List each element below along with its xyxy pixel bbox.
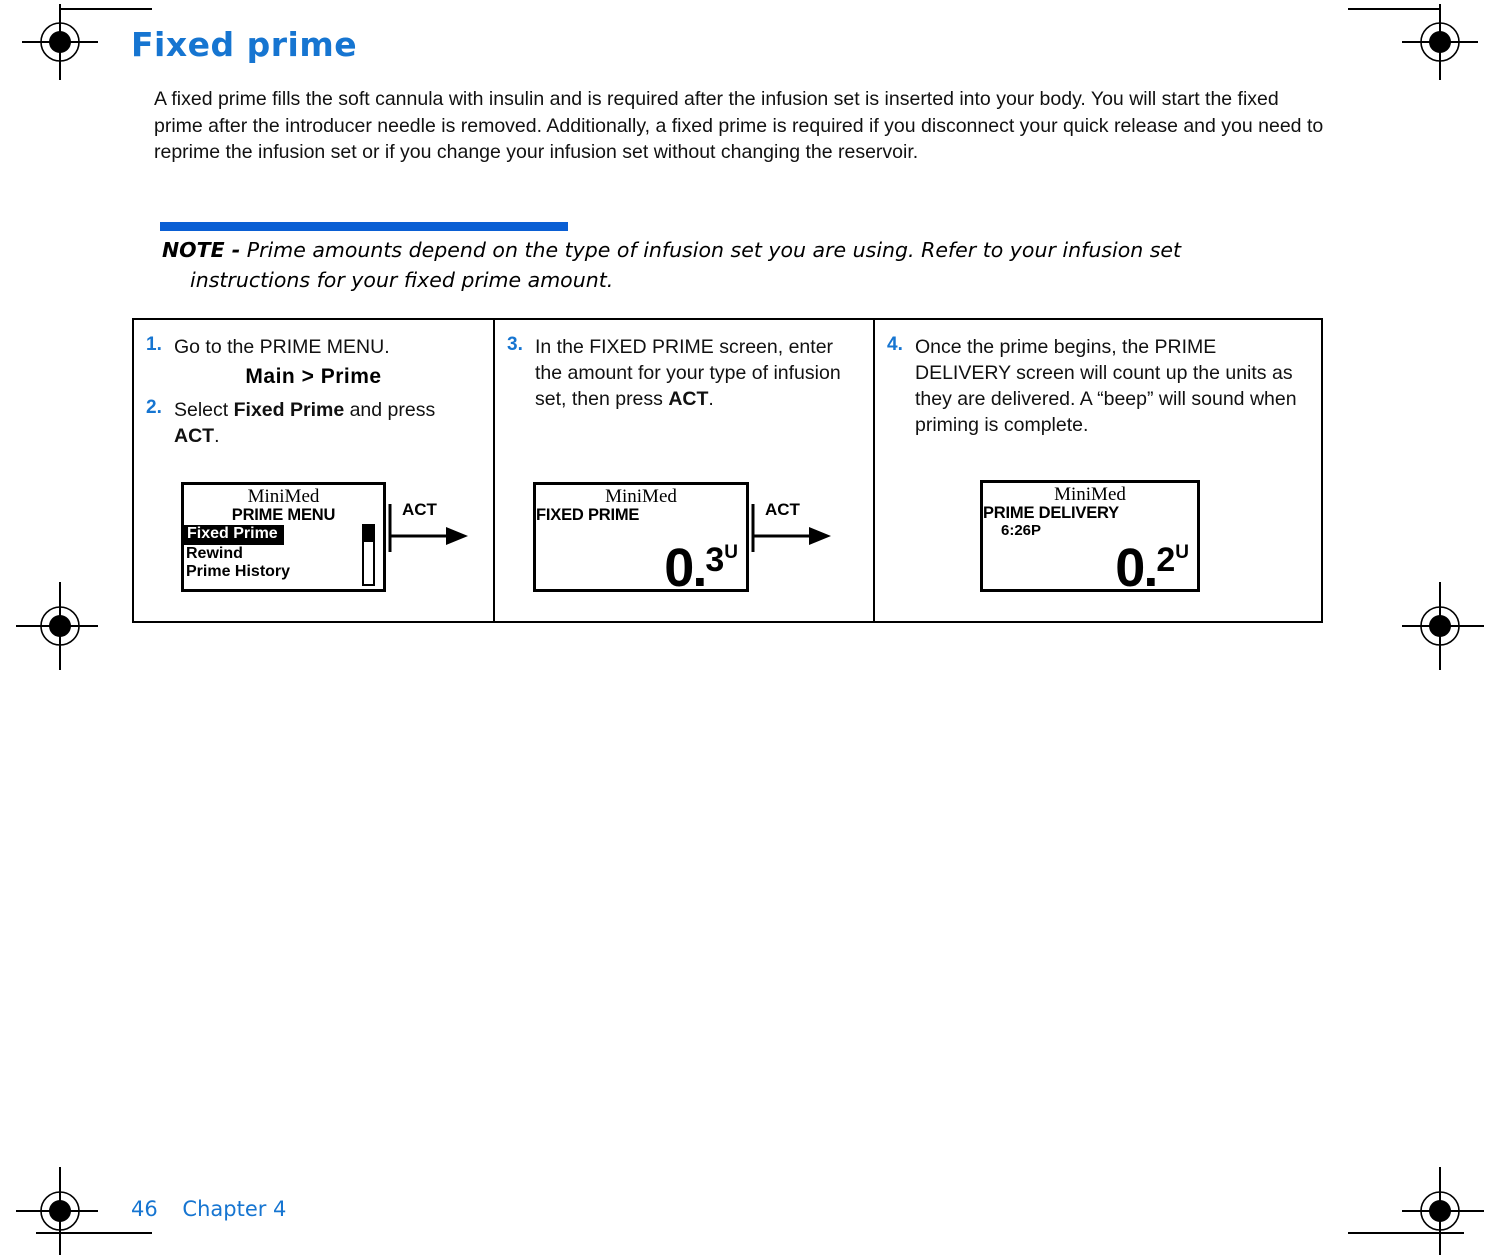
prime-delivery-unit: U xyxy=(1175,542,1189,563)
act-arrow-2: ACT xyxy=(751,500,837,554)
step-4-number: 4. xyxy=(887,334,903,355)
steps-table: 1. Go to the PRIME MENU. Main > Prime 2.… xyxy=(132,318,1323,623)
pump-screen-prime-menu: MiniMed PRIME MENU Fixed Prime Rewind Pr… xyxy=(181,482,386,592)
act-label-2: ACT xyxy=(765,500,800,519)
step-3-text-b: . xyxy=(708,388,714,410)
trim-line-top-left xyxy=(60,8,152,10)
registration-mark-top-left xyxy=(12,0,108,90)
menu-item-fixed-prime[interactable]: Fixed Prime xyxy=(184,525,284,545)
registration-mark-bottom-left xyxy=(12,1163,108,1259)
note-accent-bar xyxy=(160,222,568,231)
step-2: 2. Select Fixed Prime and press ACT. xyxy=(146,397,481,449)
step-2-bold-act: ACT xyxy=(174,425,215,447)
scrollbar[interactable] xyxy=(362,524,375,586)
steps-column-2: 3. In the FIXED PRIME screen, enter the … xyxy=(495,320,875,621)
screen-title-prime-delivery: PRIME DELIVERY xyxy=(983,504,1119,522)
act-arrow-1: ACT xyxy=(388,500,474,554)
pump-screen-prime-delivery: MiniMed PRIME DELIVERY 6:26P 0. 2 U xyxy=(980,480,1200,595)
prime-delivery-whole: 0. xyxy=(1115,538,1158,598)
document-page: Fixed prime A fixed prime fills the soft… xyxy=(0,0,1500,1257)
fixed-prime-value: 0. 3 U xyxy=(664,541,738,595)
step-2-text-c: . xyxy=(214,425,220,447)
step-2-number: 2. xyxy=(146,397,162,418)
minimed-logo-prime-delivery: MiniMed xyxy=(1054,484,1126,505)
step-4-text: Once the prime begins, the PRIME DELIVER… xyxy=(915,336,1297,436)
steps-column-1: 1. Go to the PRIME MENU. Main > Prime 2.… xyxy=(134,320,495,621)
fixed-prime-unit: U xyxy=(724,542,738,563)
step-3-text: In the FIXED PRIME screen, enter the amo… xyxy=(535,334,861,412)
step-3-number: 3. xyxy=(507,334,523,355)
menu-item-fixed-prime-wrap[interactable]: Fixed Prime xyxy=(184,525,383,545)
act-label-1: ACT xyxy=(402,500,437,519)
minimed-logo-fixed-prime: MiniMed xyxy=(605,486,677,507)
step-2-text: Select Fixed Prime and press ACT. xyxy=(174,397,481,449)
step-1-number: 1. xyxy=(146,334,162,355)
screen-title-prime-menu: PRIME MENU xyxy=(231,506,336,524)
registration-mark-middle-right xyxy=(1392,578,1488,674)
trim-line-top-right xyxy=(1348,8,1440,10)
prime-delivery-value: 0. 2 U xyxy=(1115,541,1189,595)
fixed-prime-whole: 0. xyxy=(664,538,707,598)
note-line-1: Prime amounts depend on the type of infu… xyxy=(246,238,1182,262)
prime-delivery-time: 6:26P xyxy=(1001,522,1042,539)
prime-delivery-decimal: 2 xyxy=(1156,541,1175,579)
step-1-text: Go to the PRIME MENU. xyxy=(174,336,390,358)
intro-paragraph: A fixed prime fills the soft cannula wit… xyxy=(154,88,1324,163)
note-block: NOTE - Prime amounts depend on the type … xyxy=(162,235,1342,295)
registration-mark-bottom-right xyxy=(1392,1163,1488,1259)
steps-column-3: 4. Once the prime begins, the PRIME DELI… xyxy=(875,320,1321,621)
menu-item-rewind[interactable]: Rewind xyxy=(184,545,383,564)
note-label: NOTE - xyxy=(162,238,241,262)
trim-line-bottom-right xyxy=(1348,1232,1464,1234)
fixed-prime-decimal: 3 xyxy=(705,541,724,579)
prime-menu-list: Fixed Prime Rewind Prime History xyxy=(184,525,383,582)
page-title: Fixed prime xyxy=(131,25,358,64)
step-3-bold-act: ACT xyxy=(668,388,709,410)
footer-page-number: 46 xyxy=(131,1197,158,1221)
scrollbar-thumb[interactable] xyxy=(364,526,373,542)
pump-screen-fixed-prime: MiniMed FIXED PRIME 0. 3 U xyxy=(533,482,749,595)
trim-line-bottom-left xyxy=(36,1232,152,1234)
registration-mark-middle-left xyxy=(12,578,108,674)
page-footer: 46 Chapter 4 xyxy=(131,1197,286,1221)
step-3: 3. In the FIXED PRIME screen, enter the … xyxy=(507,334,861,412)
minimed-logo-prime-menu: MiniMed xyxy=(247,486,320,507)
step-2-text-a: Select xyxy=(174,399,234,421)
footer-chapter: Chapter 4 xyxy=(182,1197,287,1221)
menu-path: Main > Prime xyxy=(245,365,382,388)
registration-mark-top-right xyxy=(1392,0,1488,90)
step-2-text-b: and press xyxy=(344,399,436,421)
note-line-2: instructions for your fixed prime amount… xyxy=(190,268,614,292)
step-2-bold-fixed-prime: Fixed Prime xyxy=(233,399,345,421)
step-4: 4. Once the prime begins, the PRIME DELI… xyxy=(887,334,1309,438)
screen-title-fixed-prime: FIXED PRIME xyxy=(536,506,640,524)
menu-item-prime-history[interactable]: Prime History xyxy=(184,563,383,582)
step-1: 1. Go to the PRIME MENU. xyxy=(146,334,481,360)
